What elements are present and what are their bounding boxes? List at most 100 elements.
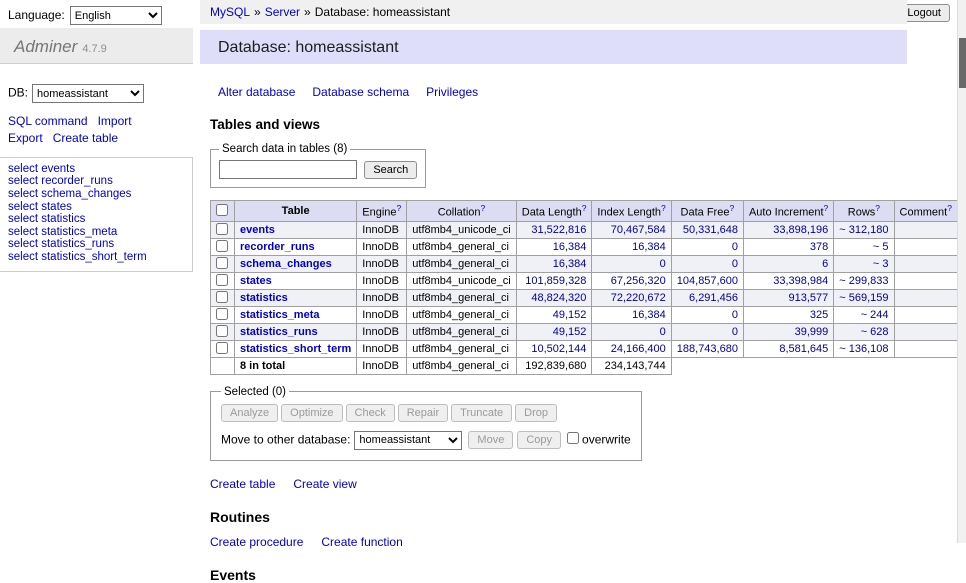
sidebar-table-link[interactable]: select states bbox=[8, 201, 192, 214]
collation-cell: utf8mb4_unicode_ci bbox=[407, 272, 516, 289]
analyze-button[interactable]: Analyze bbox=[221, 404, 278, 422]
data-length-cell: 101,859,328 bbox=[516, 272, 592, 289]
auto-increment-cell: 39,999 bbox=[743, 323, 833, 340]
column-header-table: Table bbox=[235, 201, 357, 222]
table-name-cell: statistics_runs bbox=[235, 323, 357, 340]
truncate-button[interactable]: Truncate bbox=[451, 404, 512, 422]
index-length-cell: 0 bbox=[592, 255, 671, 272]
table-name-cell: statistics bbox=[235, 289, 357, 306]
sidebar-link-import[interactable]: Import bbox=[98, 114, 132, 128]
comment-cell bbox=[894, 289, 957, 306]
repair-button[interactable]: Repair bbox=[398, 404, 448, 422]
help-link[interactable]: ? bbox=[582, 203, 587, 213]
table-name-link[interactable]: statistics_runs bbox=[240, 326, 318, 338]
table-name-cell: recorder_runs bbox=[235, 238, 357, 255]
column-header-rows: Rows? bbox=[834, 201, 894, 222]
help-link[interactable]: ? bbox=[729, 203, 734, 213]
table-name-cell: statistics_meta bbox=[235, 306, 357, 323]
page-title: Database: homeassistant bbox=[200, 30, 907, 64]
footer-collation: utf8mb4_general_ci bbox=[407, 357, 516, 374]
table-name-link[interactable]: states bbox=[240, 275, 272, 287]
check-all-checkbox[interactable] bbox=[216, 204, 228, 216]
app-name[interactable]: Adminer bbox=[14, 37, 77, 56]
data-free-cell: 104,857,600 bbox=[671, 272, 743, 289]
sidebar-link-create-table[interactable]: Create table bbox=[53, 131, 118, 145]
row-checkbox[interactable] bbox=[216, 274, 228, 286]
comment-cell bbox=[894, 340, 957, 357]
table-name-link[interactable]: events bbox=[240, 224, 275, 236]
table-name-link[interactable]: statistics bbox=[240, 292, 288, 304]
comment-cell bbox=[894, 306, 957, 323]
rows-cell: ~ 569,159 bbox=[834, 289, 894, 306]
table-name-link[interactable]: statistics_meta bbox=[240, 309, 320, 321]
breadcrumb-separator: » bbox=[254, 5, 261, 19]
move-button[interactable]: Move bbox=[468, 431, 513, 449]
breadcrumb-server-link[interactable]: Server bbox=[265, 5, 300, 19]
language-select[interactable]: English bbox=[70, 6, 162, 25]
drop-button[interactable]: Drop bbox=[515, 404, 557, 422]
row-checkbox[interactable] bbox=[216, 308, 228, 320]
rows-cell: ~ 299,833 bbox=[834, 272, 894, 289]
check-button[interactable]: Check bbox=[346, 404, 395, 422]
search-fieldset: Search data in tables (8) Search bbox=[210, 143, 426, 188]
link-create-view[interactable]: Create view bbox=[293, 477, 356, 491]
db-select[interactable]: homeassistant bbox=[32, 84, 144, 103]
db-action-database-schema[interactable]: Database schema bbox=[312, 85, 409, 99]
breadcrumb-mysql-link[interactable]: MySQL bbox=[210, 5, 250, 19]
engine-cell: InnoDB bbox=[357, 221, 407, 238]
collation-cell: utf8mb4_general_ci bbox=[407, 323, 516, 340]
link-create-function[interactable]: Create function bbox=[321, 535, 402, 549]
table-name-link[interactable]: statistics_short_term bbox=[240, 343, 351, 355]
data-free-cell: 0 bbox=[671, 323, 743, 340]
auto-increment-cell: 8,581,645 bbox=[743, 340, 833, 357]
engine-cell: InnoDB bbox=[357, 272, 407, 289]
row-checkbox[interactable] bbox=[216, 223, 228, 235]
sidebar-table-link[interactable]: select statistics_runs bbox=[8, 238, 192, 251]
search-button[interactable]: Search bbox=[364, 161, 417, 179]
db-action-alter-database[interactable]: Alter database bbox=[218, 85, 295, 99]
table-name-link[interactable]: schema_changes bbox=[240, 258, 332, 270]
link-create-table[interactable]: Create table bbox=[210, 477, 275, 491]
help-link[interactable]: ? bbox=[947, 203, 952, 213]
table-name-link[interactable]: recorder_runs bbox=[240, 241, 315, 253]
breadcrumb-current: Database: homeassistant bbox=[315, 5, 450, 19]
db-action-privileges[interactable]: Privileges bbox=[426, 85, 478, 99]
row-checkbox[interactable] bbox=[216, 325, 228, 337]
sidebar-link-sql-command[interactable]: SQL command bbox=[8, 114, 88, 128]
search-input[interactable] bbox=[219, 160, 357, 179]
app-title: Adminer4.7.9 bbox=[0, 28, 193, 64]
sidebar-table-link[interactable]: select statistics_short_term bbox=[8, 251, 192, 264]
row-checkbox[interactable] bbox=[216, 291, 228, 303]
sidebar-table-link[interactable]: select statistics bbox=[8, 213, 192, 226]
overwrite-checkbox[interactable] bbox=[567, 432, 579, 444]
sidebar-table-link[interactable]: select events bbox=[8, 163, 192, 176]
optimize-button[interactable]: Optimize bbox=[281, 404, 342, 422]
scrollbar-thumb[interactable] bbox=[959, 38, 966, 88]
help-link[interactable]: ? bbox=[661, 203, 666, 213]
scrollbar[interactable] bbox=[957, 0, 966, 543]
breadcrumb-separator: » bbox=[304, 5, 311, 19]
row-checkbox[interactable] bbox=[216, 342, 228, 354]
help-link[interactable]: ? bbox=[824, 203, 829, 213]
rows-cell: ~ 136,108 bbox=[834, 340, 894, 357]
index-length-cell: 72,220,672 bbox=[592, 289, 671, 306]
sidebar-table-link[interactable]: select recorder_runs bbox=[8, 175, 192, 188]
rows-cell: ~ 244 bbox=[834, 306, 894, 323]
help-link[interactable]: ? bbox=[397, 203, 402, 213]
sidebar-table-link[interactable]: select statistics_meta bbox=[8, 226, 192, 239]
column-header-comment: Comment? bbox=[894, 201, 957, 222]
link-create-procedure[interactable]: Create procedure bbox=[210, 535, 303, 549]
table-name-cell: events bbox=[235, 221, 357, 238]
help-link[interactable]: ? bbox=[875, 203, 880, 213]
data-free-cell: 0 bbox=[671, 306, 743, 323]
row-checkbox[interactable] bbox=[216, 257, 228, 269]
help-link[interactable]: ? bbox=[481, 203, 486, 213]
collation-cell: utf8mb4_unicode_ci bbox=[407, 221, 516, 238]
auto-increment-cell: 33,398,984 bbox=[743, 272, 833, 289]
row-checkbox[interactable] bbox=[216, 240, 228, 252]
move-db-select[interactable]: homeassistant bbox=[354, 431, 462, 450]
sidebar-table-link[interactable]: select schema_changes bbox=[8, 188, 192, 201]
sidebar-link-export[interactable]: Export bbox=[8, 131, 43, 145]
table-row: recorder_runsInnoDButf8mb4_general_ci16,… bbox=[211, 238, 958, 255]
copy-button[interactable]: Copy bbox=[517, 431, 561, 449]
